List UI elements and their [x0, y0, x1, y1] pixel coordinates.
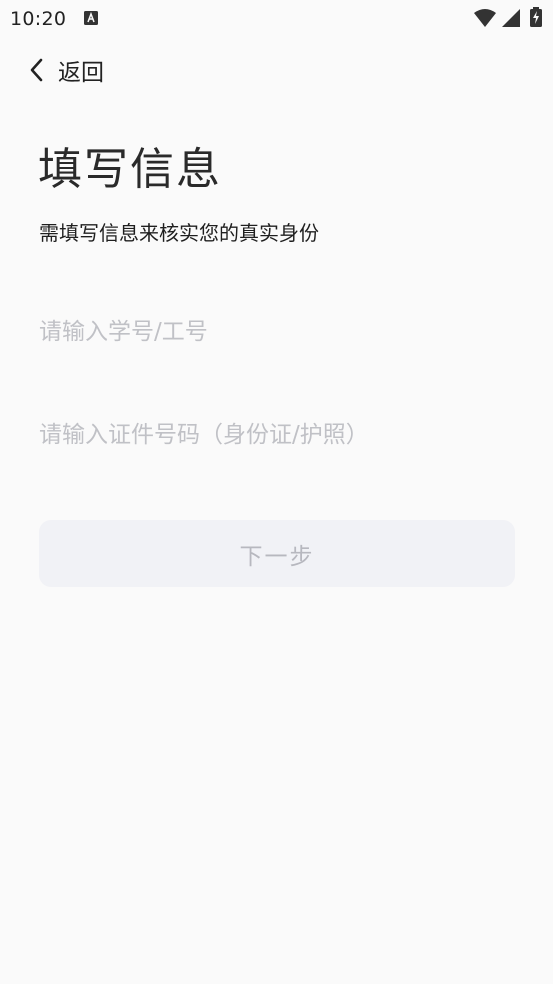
back-button[interactable]: 返回: [26, 52, 104, 88]
back-label: 返回: [58, 60, 104, 86]
page-subtitle: 需填写信息来核实您的真实身份: [39, 221, 319, 245]
font-a-icon: [84, 11, 98, 25]
screen: 10:20 返回 填写信息 需填写信息来核实您的真实身份 下一步: [0, 0, 553, 984]
status-time: 10:20: [10, 8, 67, 30]
student-id-input[interactable]: [39, 310, 515, 354]
chevron-left-icon: [30, 58, 43, 82]
status-bar: 10:20: [0, 0, 553, 38]
battery-charging-icon: [530, 7, 542, 27]
next-button[interactable]: 下一步: [39, 520, 515, 587]
wifi-icon: [474, 9, 496, 27]
page-title: 填写信息: [38, 144, 222, 195]
signal-icon: [502, 9, 520, 27]
id-number-input[interactable]: [39, 413, 515, 457]
